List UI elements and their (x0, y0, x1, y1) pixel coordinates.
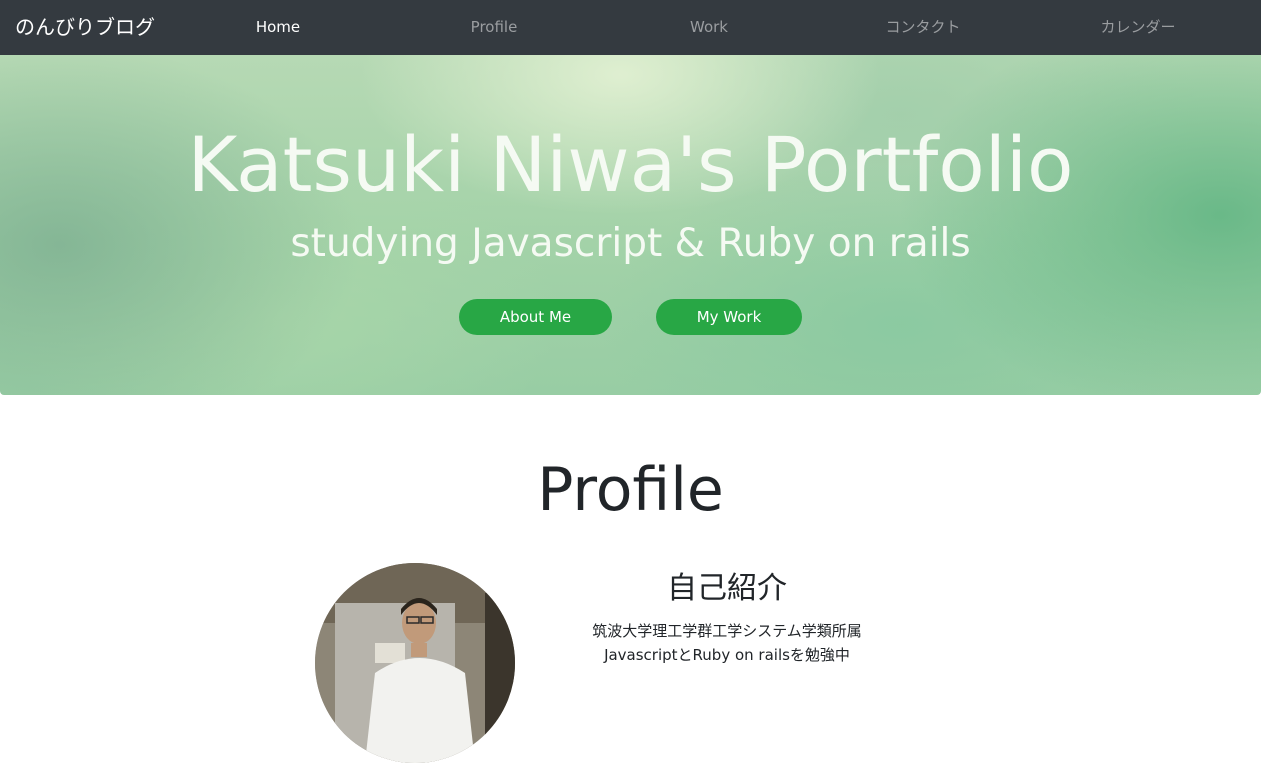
nav-item-home[interactable]: Home (198, 17, 358, 37)
navbar: のんびりブログ Home Profile Work コンタクト カレンダー (0, 0, 1261, 55)
hero-subtitle: studying Javascript & Ruby on rails (290, 221, 971, 266)
nav-item-contact[interactable]: コンタクト (843, 17, 1003, 37)
brand-logo[interactable]: のんびりブログ (15, 13, 155, 41)
intro-title: 自己紹介 (667, 571, 787, 606)
nav-item-work[interactable]: Work (629, 17, 789, 37)
nav-item-calendar[interactable]: カレンダー (1058, 17, 1218, 37)
avatar (315, 563, 515, 763)
intro-line-affiliation: 筑波大学理工学群工学システム学類所属 (592, 622, 862, 640)
intro-line-studying: JavascriptとRuby on railsを勉強中 (604, 646, 850, 664)
profile-heading: Profile (537, 455, 724, 525)
hero-banner: Katsuki Niwa's Portfolio studying Javasc… (0, 55, 1261, 395)
my-work-button[interactable]: My Work (656, 299, 802, 335)
profile-photo (315, 563, 515, 763)
hero-title: Katsuki Niwa's Portfolio (187, 120, 1074, 209)
about-me-button[interactable]: About Me (459, 299, 612, 335)
nav-item-profile[interactable]: Profile (414, 17, 574, 37)
